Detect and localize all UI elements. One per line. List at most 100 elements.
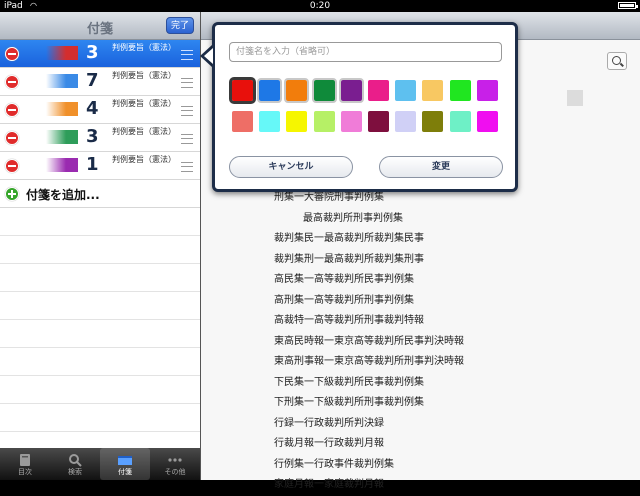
add-note-row[interactable]: 付箋を追加... (0, 180, 200, 208)
document-line: 裁判集刑一最高裁判所裁判集刑事 (274, 253, 424, 265)
color-swatch[interactable] (449, 111, 471, 132)
color-swatch[interactable] (311, 78, 337, 103)
color-swatch[interactable] (259, 111, 281, 132)
document-line: 行録一行政裁判所判決録 (274, 417, 384, 429)
reorder-handle-icon[interactable] (181, 106, 193, 116)
note-color-swatch (46, 158, 78, 172)
empty-row (0, 348, 200, 376)
document-line: 下民集一下級裁判所民事裁判例集 (274, 376, 424, 388)
tab-label: 検索 (68, 468, 82, 476)
document-line: 最高裁判所刑事判例集 (303, 212, 403, 224)
color-swatch[interactable] (286, 111, 308, 132)
add-icon[interactable] (5, 187, 19, 201)
tab-bar: 目次 検索 付箋 その他 (0, 448, 200, 480)
note-title: 判例要旨（憲法）5、憲99… (112, 127, 176, 136)
tab-label: 目次 (18, 468, 32, 476)
cancel-button[interactable]: キャンセル (229, 156, 353, 178)
sticky-notes-list: 3 判例要旨（憲法）2、憲85… 7 判例要旨（憲法）3、判例要… 4 判例要旨（憲法）4… (0, 40, 200, 448)
swatch-fade (46, 102, 66, 116)
swatch-tab (66, 46, 78, 60)
reorder-handle-icon[interactable] (181, 134, 193, 144)
color-swatch[interactable] (368, 111, 389, 132)
delete-icon[interactable] (5, 159, 19, 173)
empty-row (0, 236, 200, 264)
tab-label: その他 (164, 468, 186, 476)
color-swatch[interactable] (422, 111, 444, 132)
sticky-note-row[interactable]: 3 判例要旨（憲法）2、憲85… (0, 40, 200, 68)
document-line: 東高民時報一東京高等裁判所民事判決時報 (274, 335, 464, 347)
document-line: 行裁月報一行政裁判月報 (274, 438, 384, 449)
note-count: 7 (86, 70, 99, 91)
delete-icon[interactable] (5, 131, 19, 145)
reorder-handle-icon[interactable] (181, 78, 193, 88)
sticky-note-row[interactable]: 7 判例要旨（憲法）3、判例要… (0, 68, 200, 96)
delete-icon[interactable] (5, 103, 19, 117)
swatch-tab (66, 74, 78, 88)
sticky-notes-panel: 付箋 完了 3 判例要旨（憲法）2、憲85… 7 判例要旨（憲法）3、判例要… 4 判例要… (0, 12, 200, 448)
color-swatch[interactable] (422, 80, 444, 101)
swatch-fade (46, 74, 66, 88)
empty-row (0, 376, 200, 404)
add-note-label: 付箋を追加... (26, 188, 100, 202)
color-swatch[interactable] (313, 111, 335, 132)
color-swatch[interactable] (449, 80, 471, 101)
note-count: 1 (86, 154, 99, 175)
battery-icon (618, 2, 638, 9)
color-swatch[interactable] (257, 78, 283, 103)
change-button[interactable]: 変更 (379, 156, 503, 178)
tab-sticky-note[interactable]: 付箋 (100, 448, 150, 480)
color-swatch[interactable] (476, 111, 498, 132)
more-dots-icon (167, 452, 183, 466)
color-swatch[interactable] (340, 111, 362, 132)
swatch-tab (66, 130, 78, 144)
color-swatch[interactable] (476, 80, 498, 101)
search-button[interactable] (607, 52, 627, 70)
color-swatch[interactable] (395, 80, 417, 101)
sticky-note-row[interactable]: 1 判例要旨（憲法）6 (0, 152, 200, 180)
sticky-note-row[interactable]: 3 判例要旨（憲法）5、憲99… (0, 124, 200, 152)
document-line: 行例集一行政事件裁判例集 (274, 458, 394, 470)
reorder-handle-icon[interactable] (181, 162, 193, 172)
magnifier-icon (67, 452, 83, 467)
swatch-fade (46, 130, 66, 144)
document-line: 東高刑事報一東京高等裁判所刑事判決時報 (274, 356, 464, 367)
document-text: 刑集一大審院刑事判例集 最高裁判所刑事判例集 裁判集民一最高裁判所裁判集民事 裁判集刑… (274, 188, 464, 496)
delete-icon[interactable] (5, 47, 19, 61)
book-icon (17, 452, 33, 466)
done-button[interactable]: 完了 (166, 17, 194, 34)
document-line: 家庭月報一家庭裁判月報 (274, 479, 384, 490)
swatch-tab (66, 102, 78, 116)
sticky-note-row[interactable]: 4 判例要旨（憲法）4、憲10… (0, 96, 200, 124)
reorder-handle-icon[interactable] (181, 50, 193, 60)
status-time: 0:20 (309, 1, 331, 11)
tab-book[interactable]: 目次 (0, 448, 50, 480)
note-count: 3 (86, 42, 99, 63)
empty-row (0, 208, 200, 236)
note-title: 判例要旨（憲法）6 (112, 155, 176, 164)
popover-arrow-inner (204, 48, 213, 64)
color-swatch[interactable] (395, 111, 417, 132)
color-swatch[interactable] (284, 78, 310, 103)
tab-magnifier[interactable]: 検索 (50, 448, 100, 480)
document-line: 高民集一高等裁判所民事判例集 (274, 274, 414, 285)
tab-more-dots[interactable]: その他 (150, 448, 200, 480)
note-color-swatch (46, 74, 78, 88)
placeholder-box (567, 90, 583, 106)
note-title: 判例要旨（憲法）2、憲85… (112, 43, 176, 52)
note-color-swatch (46, 46, 78, 60)
sidebar-navbar: 付箋 完了 (0, 12, 200, 40)
empty-row (0, 320, 200, 348)
empty-row (0, 292, 200, 320)
status-bar: iPad ◠ 0:20 (0, 0, 640, 12)
empty-row (0, 432, 200, 448)
color-swatch[interactable] (368, 80, 389, 101)
color-popover: 付箋名を入力（省略可） キャンセル 変更 (212, 22, 518, 192)
search-icon-handle (620, 62, 624, 67)
color-swatch[interactable] (232, 111, 253, 132)
color-swatch[interactable] (229, 77, 256, 104)
note-name-input[interactable]: 付箋名を入力（省略可） (229, 42, 502, 62)
swatch-tab (66, 158, 78, 172)
sticky-note-icon (117, 452, 133, 466)
delete-icon[interactable] (5, 75, 19, 89)
color-swatch[interactable] (338, 78, 364, 103)
